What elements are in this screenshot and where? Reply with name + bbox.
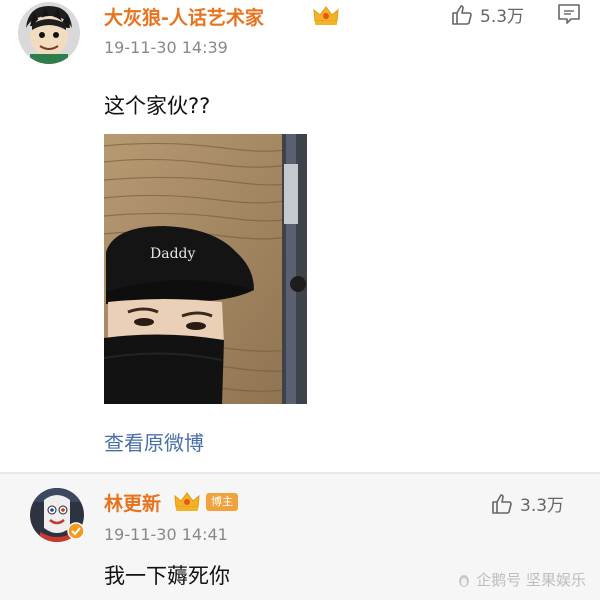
like-count: 3.3万 bbox=[520, 496, 565, 516]
comment-icon[interactable] bbox=[557, 3, 581, 29]
comment-text: 我一下薅死你 bbox=[104, 564, 230, 588]
view-original-link[interactable]: 查看原微博 bbox=[104, 427, 204, 456]
penguin-icon bbox=[459, 574, 470, 587]
timestamp: 19-11-30 14:39 bbox=[104, 38, 228, 57]
comment-card: 大灰狼-人话艺术家 19-11-30 14:39 5.3万 这个家伙?? Dad… bbox=[0, 0, 600, 472]
comment-card: 林更新 博主 19-11-30 14:41 3.3万 我一下薅死你 企鹅号 坚果… bbox=[0, 474, 600, 600]
crown-icon bbox=[173, 491, 201, 513]
like-count: 5.3万 bbox=[480, 7, 525, 27]
username[interactable]: 大灰狼-人话艺术家 bbox=[104, 3, 264, 30]
comment-text: 这个家伙?? bbox=[104, 94, 211, 118]
timestamp: 19-11-30 14:41 bbox=[104, 525, 228, 544]
crown-icon bbox=[312, 5, 340, 27]
cap-text: Daddy bbox=[150, 246, 195, 262]
like-button[interactable]: 5.3万 bbox=[450, 2, 524, 27]
avatar[interactable] bbox=[18, 2, 80, 64]
watermark-text: 企鹅号 坚果娱乐 bbox=[476, 571, 586, 589]
like-button[interactable]: 3.3万 bbox=[490, 491, 564, 516]
thumbs-up-icon bbox=[492, 493, 512, 514]
watermark: 企鹅号 坚果娱乐 bbox=[456, 569, 586, 590]
attached-photo[interactable]: Daddy bbox=[104, 134, 307, 404]
verified-icon bbox=[67, 522, 85, 544]
author-badge: 博主 bbox=[206, 493, 238, 511]
username[interactable]: 林更新 bbox=[104, 489, 161, 516]
thumbs-up-icon bbox=[452, 4, 472, 25]
